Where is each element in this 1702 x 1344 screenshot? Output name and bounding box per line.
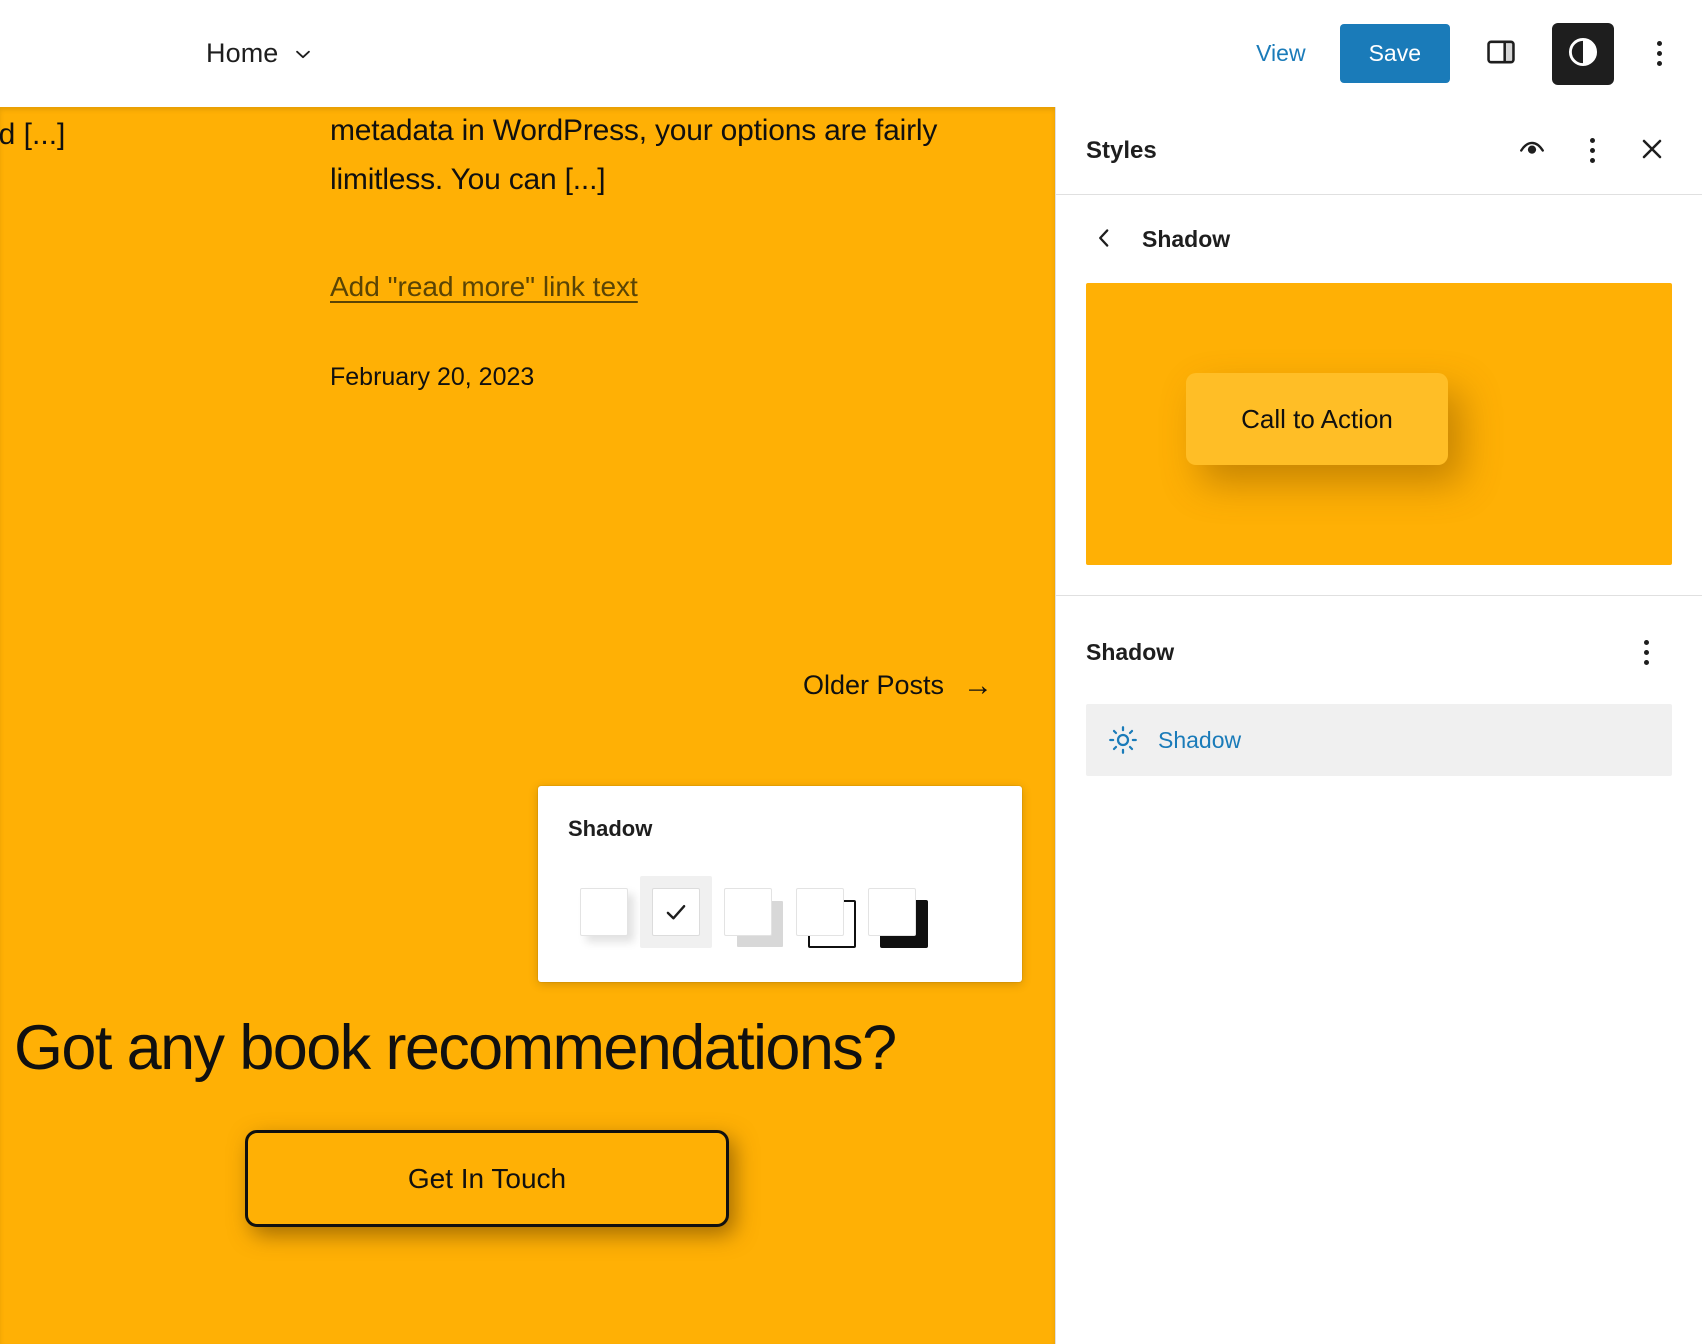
cta-heading: Got any book recommendations? [14,1013,897,1083]
styles-contrast-icon [1565,34,1601,73]
view-button[interactable]: View [1234,26,1327,81]
revisions-button[interactable] [1506,125,1558,177]
sidebar-panel-icon-button[interactable] [1470,23,1532,85]
chevron-left-icon [1091,225,1117,254]
post-date: February 20, 2023 [330,362,535,391]
post-column: metadata in WordPress, your options are … [330,107,1010,392]
options-ellipsis-icon [1656,41,1662,66]
shadow-swatch-preview [580,888,628,936]
check-icon [663,899,689,925]
shadow-popover-title: Shadow [568,816,653,841]
shadow-section-menu-button[interactable] [1620,626,1672,678]
canvas-content: ld [...] metadata in WordPress, your opt… [0,107,1055,1344]
preview-call-to-action-button: Call to Action [1186,373,1448,465]
shadow-swatch-preview [652,888,700,936]
styles-sidebar-header: Styles [1056,107,1702,195]
styles-nav-title: Shadow [1142,225,1231,252]
shadow-swatch-outlined[interactable] [784,876,856,948]
sidebar-panel-icon [1484,35,1518,72]
ellipsis-vertical-icon [1643,639,1649,665]
style-preview-box[interactable]: Call to Action [1086,283,1672,565]
post-excerpt: metadata in WordPress, your options are … [330,114,938,196]
shadow-preset-label: Shadow [1158,726,1242,753]
shadow-section: Shadow Shadow [1056,596,1702,794]
back-button[interactable] [1082,217,1126,261]
older-posts-link[interactable]: Older Posts → [803,670,993,701]
top-bar-right-group: View Save [1234,22,1680,85]
close-sidebar-button[interactable] [1626,125,1678,177]
shadow-swatch-deep[interactable] [640,876,712,948]
shadow-preset-list-item[interactable]: Shadow [1086,704,1672,776]
document-title-label: Home [206,38,279,68]
shadow-swatch-preview [796,888,844,936]
editor-body: ld [...] metadata in WordPress, your opt… [0,107,1702,1344]
shadow-swatch-preview [724,888,772,936]
shadow-swatch-sharp[interactable] [712,876,784,948]
older-posts-label: Older Posts [802,670,944,700]
read-more-link[interactable]: Add "read more" link text [330,271,638,303]
styles-panel-title: Styles [1086,136,1157,164]
eye-icon [1517,134,1547,167]
chevron-down-icon [292,43,314,65]
styles-toggle-button[interactable] [1552,22,1614,85]
shadow-sun-icon [1108,725,1138,755]
top-bar-left-group: Home [0,30,324,77]
styles-more-menu-button[interactable] [1566,125,1618,177]
shadow-swatch-natural[interactable] [568,876,640,948]
document-title-dropdown[interactable]: Home [196,30,324,77]
editor-top-bar: Home View Save [0,0,1702,107]
ellipsis-vertical-icon [1589,138,1595,163]
style-preview-wrapper: Call to Action [1056,277,1702,596]
shadow-swatch-row [568,876,992,948]
options-menu-button[interactable] [1638,23,1680,85]
shadow-swatch-preview [868,888,916,936]
shadow-swatch-crisp[interactable] [856,876,928,948]
get-in-touch-button[interactable]: Get In Touch [245,1130,729,1227]
close-x-icon [1637,134,1667,167]
styles-breadcrumb-nav: Shadow [1056,195,1702,277]
shadow-preset-popover: Shadow [538,786,1022,982]
shadow-section-header: Shadow [1086,626,1672,678]
shadow-section-title: Shadow [1086,638,1175,665]
arrow-right-icon: → [963,668,993,702]
site-editor-app: Home View Save d [...] metadata in WordP… [0,0,1702,1344]
excerpt-left-fragment: ld [...] [0,118,66,151]
save-button[interactable]: Save [1339,24,1450,83]
styles-sidebar: Styles Shadow Call to Action Shadow Shad… [1055,107,1702,1344]
editor-canvas[interactable]: ld [...] metadata in WordPress, your opt… [0,107,1055,1344]
